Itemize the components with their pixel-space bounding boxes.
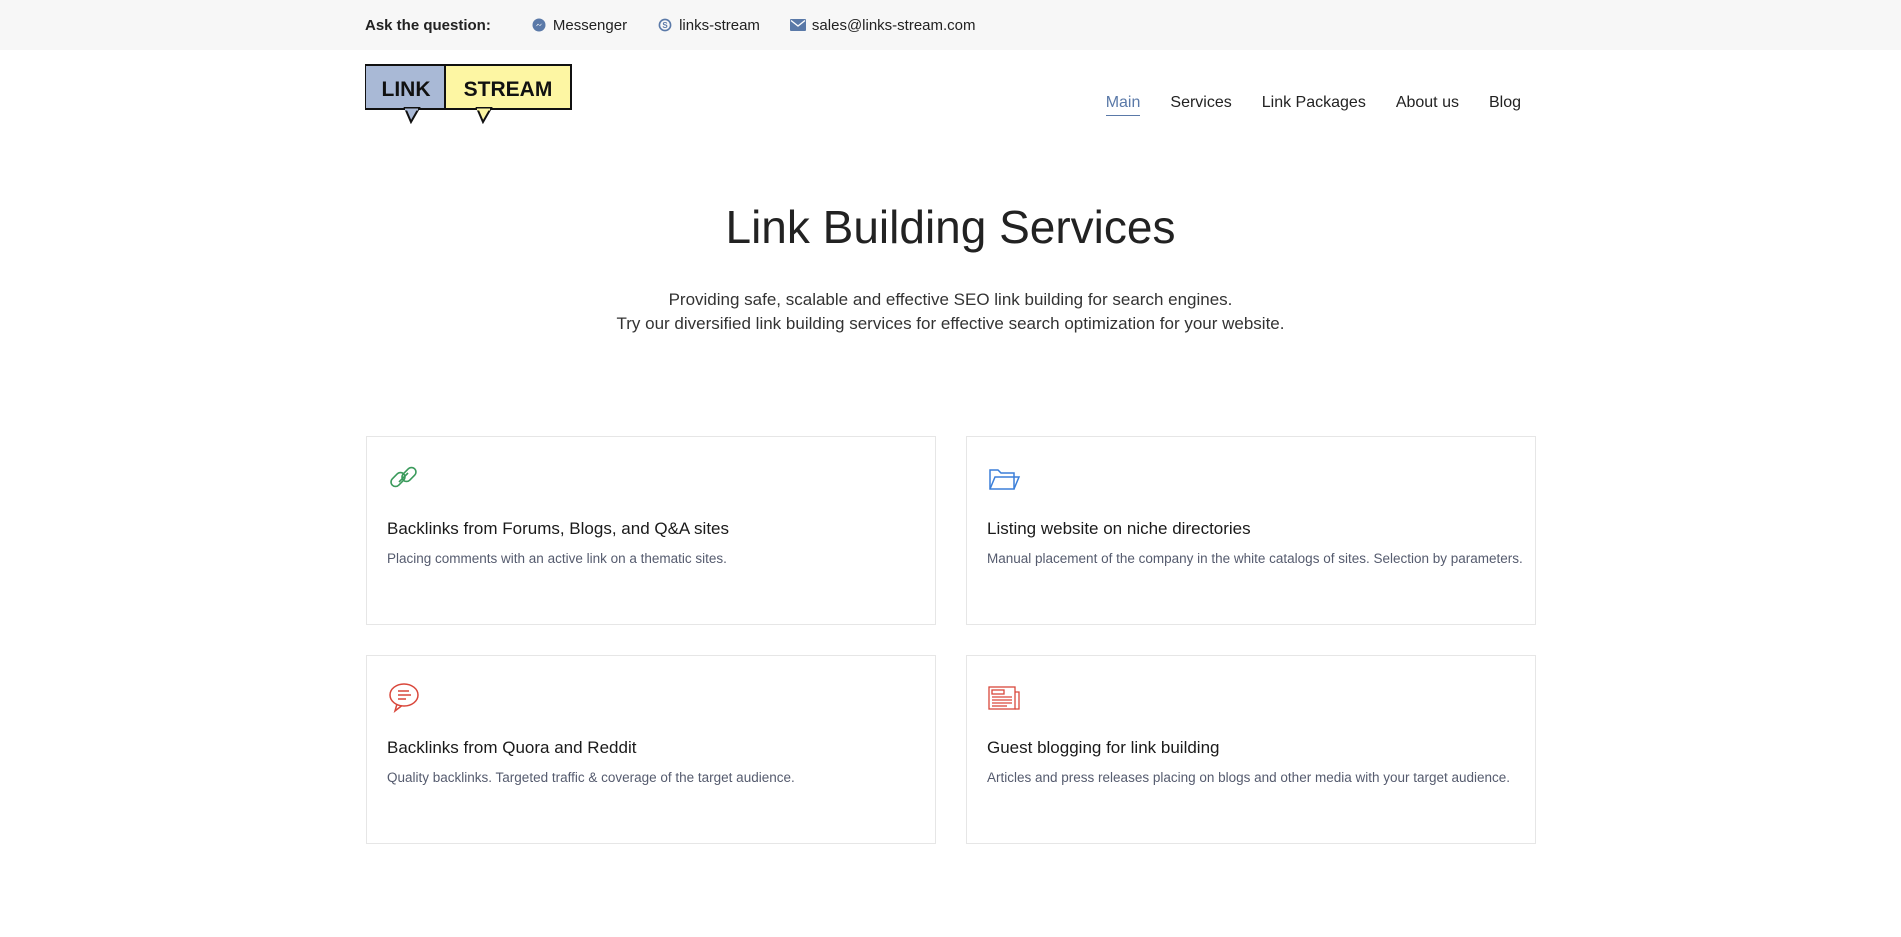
logo-word-link: LINK <box>382 78 431 101</box>
skype-link[interactable]: S links-stream <box>657 17 760 34</box>
service-description: Quality backlinks. Targeted traffic & co… <box>387 770 795 785</box>
messenger-icon <box>531 17 547 33</box>
service-description: Articles and press releases placing on b… <box>987 770 1511 785</box>
service-card-directories[interactable]: Listing website on niche directories Man… <box>966 436 1536 625</box>
service-description: Placing comments with an active link on … <box>387 551 727 566</box>
nav-link-packages[interactable]: Link Packages <box>1262 94 1366 116</box>
logo-word-stream: STREAM <box>464 78 553 101</box>
hero-subtitle-line-1: Providing safe, scalable and effective S… <box>668 290 1233 309</box>
email-label: sales@links-stream.com <box>811 16 976 34</box>
service-title: Backlinks from Quora and Reddit <box>387 738 637 757</box>
messenger-label: Messenger <box>552 16 628 34</box>
nav-blog[interactable]: Blog <box>1489 94 1521 116</box>
nav-services[interactable]: Services <box>1170 94 1231 116</box>
hero-subtitle: Providing safe, scalable and effective S… <box>0 288 1901 336</box>
newspaper-icon <box>987 680 1021 714</box>
envelope-icon <box>789 17 806 33</box>
skype-label: links-stream <box>679 16 760 34</box>
folder-icon <box>987 461 1021 495</box>
service-description: Manual placement of the company in the w… <box>987 551 1523 566</box>
service-title: Guest blogging for link building <box>987 738 1220 757</box>
service-title: Listing website on niche directories <box>987 519 1251 538</box>
nav-main[interactable]: Main <box>1105 94 1141 116</box>
service-card-guest-blogging[interactable]: Guest blogging for link building Article… <box>966 655 1536 844</box>
nav-about-us[interactable]: About us <box>1396 94 1459 116</box>
service-card-forums[interactable]: Backlinks from Forums, Blogs, and Q&A si… <box>366 436 936 625</box>
service-title: Backlinks from Forums, Blogs, and Q&A si… <box>387 519 730 538</box>
speech-bubble-icon <box>387 680 421 714</box>
main-nav: Main Services Link Packages About us Blo… <box>1076 94 1521 116</box>
messenger-link[interactable]: Messenger <box>531 17 627 34</box>
chain-link-icon <box>387 461 421 495</box>
ask-question-label: Ask the question: <box>365 16 491 34</box>
service-card-quora-reddit[interactable]: Backlinks from Quora and Reddit Quality … <box>366 655 936 844</box>
svg-text:S: S <box>662 21 668 30</box>
site-logo[interactable]: LINK STREAM <box>364 64 573 125</box>
page-title: Link Building Services <box>725 201 1176 253</box>
email-link[interactable]: sales@links-stream.com <box>789 16 976 34</box>
skype-icon: S <box>657 17 673 33</box>
top-contact-bar: Ask the question: Messenger S links-stre… <box>0 0 1901 50</box>
hero-subtitle-line-2: Try our diversified link building servic… <box>616 314 1285 333</box>
